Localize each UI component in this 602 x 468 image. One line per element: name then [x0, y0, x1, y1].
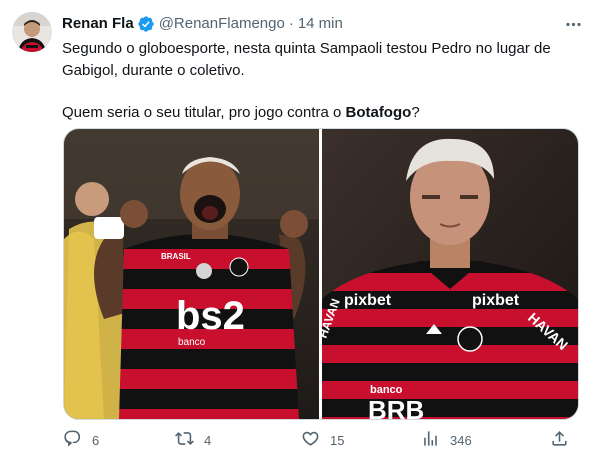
tweet-actions: 6 4 15 346: [58, 428, 590, 452]
retweet-icon: [175, 429, 194, 451]
tweet-text-line2-suffix: ?: [411, 104, 420, 121]
tweet-media[interactable]: BRASIL bs2 banco pixbet pixbet HAVAN HAV…: [63, 128, 579, 420]
reply-button[interactable]: 6: [63, 428, 99, 452]
tweet[interactable]: Renan Fla @RenanFlamengo · 14 min Segund…: [0, 0, 602, 468]
retweet-button[interactable]: 4: [175, 428, 211, 452]
like-button[interactable]: 15: [301, 428, 344, 452]
share-button[interactable]: [550, 428, 569, 452]
views-button[interactable]: 346: [421, 428, 472, 452]
kit-brand-text: BRASIL: [161, 252, 191, 261]
tweet-text: Segundo o globoesporte, nesta quinta Sam…: [62, 38, 588, 124]
tweet-header: Renan Fla @RenanFlamengo · 14 min: [62, 13, 590, 35]
verified-badge-icon: [137, 15, 155, 33]
photo-gabigol[interactable]: BRASIL bs2 banco: [64, 129, 319, 419]
reply-count: 6: [92, 432, 100, 448]
sponsor-pixbet-right-text: pixbet: [472, 292, 520, 309]
photo-pedro[interactable]: pixbet pixbet HAVAN HAVAN banco BRB: [322, 129, 578, 419]
like-count: 15: [330, 432, 345, 448]
avatar[interactable]: [12, 12, 52, 52]
reply-icon: [63, 429, 82, 451]
tweet-text-bold-team: Botafogo: [345, 104, 412, 121]
tweet-timestamp[interactable]: 14 min: [298, 14, 343, 34]
share-icon: [550, 429, 569, 451]
retweet-count: 4: [204, 432, 212, 448]
sponsor-brb-text: BRB: [368, 395, 424, 419]
views-chart-icon: [421, 429, 440, 451]
more-dots-icon[interactable]: [562, 13, 584, 35]
author-name[interactable]: Renan Fla: [62, 14, 134, 34]
sponsor-bs2-text: bs2: [176, 294, 245, 338]
sponsor-banco-text-left: banco: [178, 337, 206, 348]
separator-dot: ·: [288, 15, 294, 32]
author-handle[interactable]: @RenanFlamengo: [159, 14, 285, 34]
views-count: 346: [450, 432, 472, 448]
tweet-text-line2-prefix: Quem seria o seu titular, pro jogo contr…: [62, 104, 346, 121]
tweet-text-line2: Quem seria o seu titular, pro jogo contr…: [62, 102, 588, 124]
sponsor-pixbet-left-text: pixbet: [344, 292, 392, 309]
heart-icon: [301, 429, 320, 451]
tweet-text-line1: Segundo o globoesporte, nesta quinta Sam…: [62, 40, 551, 79]
